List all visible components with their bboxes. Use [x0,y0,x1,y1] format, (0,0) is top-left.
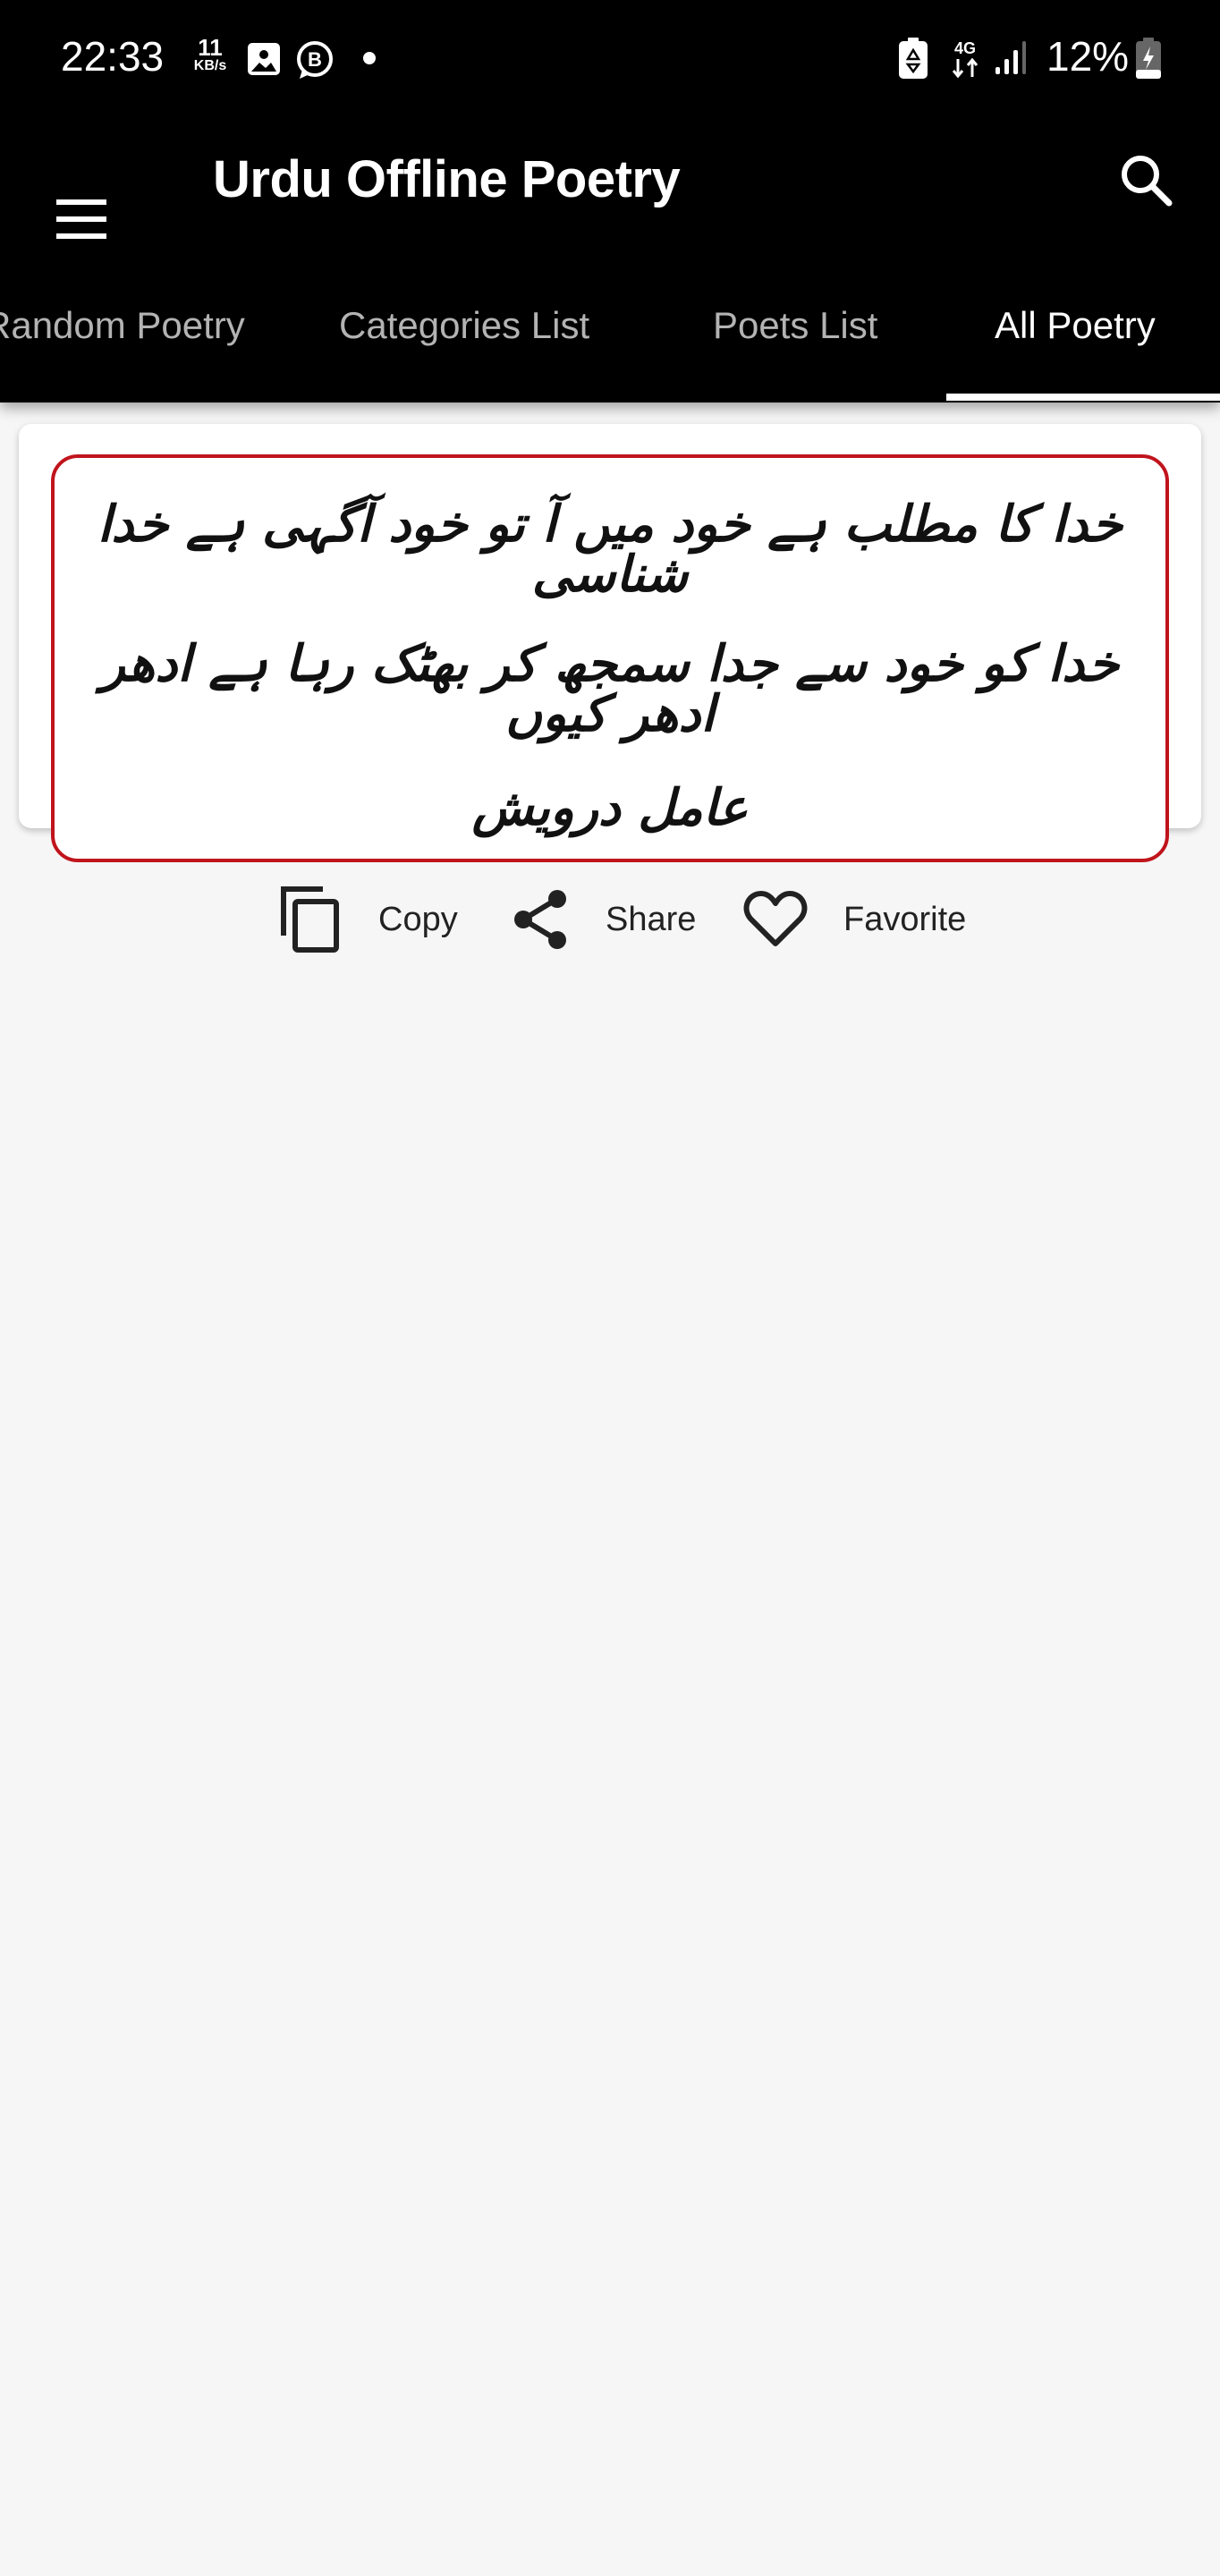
business-chat-icon: B [297,41,333,79]
share-label: Share [606,900,697,938]
copy-icon [281,886,339,953]
net-speed-unit: KB/s [193,58,227,73]
heart-outline-icon [743,891,808,946]
signal-icon [995,41,1026,74]
tab-categories-list[interactable]: Categories List [339,304,589,347]
favorite-button[interactable]: Favorite [743,875,966,964]
tab-all-poetry[interactable]: All Poetry [995,304,1156,347]
poetry-card: خدا کا مطلب ہے خود میں آ تو خود آگہی ہے … [19,424,1201,862]
share-icon [514,890,566,949]
notification-dot [363,52,376,64]
app-bar: Urdu Offline Poetry [0,112,1220,255]
poetry-list[interactable]: خدا کا مطلب ہے خود میں آ تو خود آگہی ہے … [0,402,1220,2165]
poet-name: عامل درویش [471,778,749,837]
poem-line: خدا کا مطلب ہے خود میں آ تو خود آگہی ہے … [97,495,1123,604]
net-speed: 11 KB/s [188,36,233,73]
net-speed-value: 11 [198,34,223,61]
svg-text:4G: 4G [954,39,976,57]
tab-random-poetry[interactable]: Random Poetry [0,304,245,347]
favorite-label: Favorite [843,900,967,938]
copy-label: Copy [378,900,458,938]
search-icon [1122,156,1173,207]
4g-data-icon: 4G [952,39,979,79]
app-title: Urdu Offline Poetry [213,150,681,208]
screen: 22:33 11 KB/s B 4G 12% Urdu Offline Poet… [0,0,1220,2576]
svg-text:B: B [308,48,322,71]
battery-percent: 12% [1046,33,1130,80]
copy-button[interactable]: Copy [280,875,458,964]
tab-indicator [946,394,1220,401]
share-button[interactable]: Share [511,875,696,964]
menu-button[interactable] [50,152,113,239]
status-bar: 22:33 11 KB/s B 4G 12% [0,0,1220,112]
status-time: 22:33 [61,33,165,80]
battery-charging-icon [1136,38,1161,79]
tab-bar: Random Poetry Categories List Poets List… [0,255,1220,402]
poem-box: خدا کا مطلب ہے خود میں آ تو خود آگہی ہے … [51,454,1169,862]
battery-saver-icon [899,38,928,79]
tab-poets-list[interactable]: Poets List [713,304,877,347]
gallery-icon [248,43,280,75]
search-button[interactable] [1114,148,1181,215]
card-actions: Copy Share Favorite [19,875,1201,964]
poem-line: خدا کو خود سے جدا سمجھ کر بھٹک رہا ہے اد… [100,634,1120,743]
